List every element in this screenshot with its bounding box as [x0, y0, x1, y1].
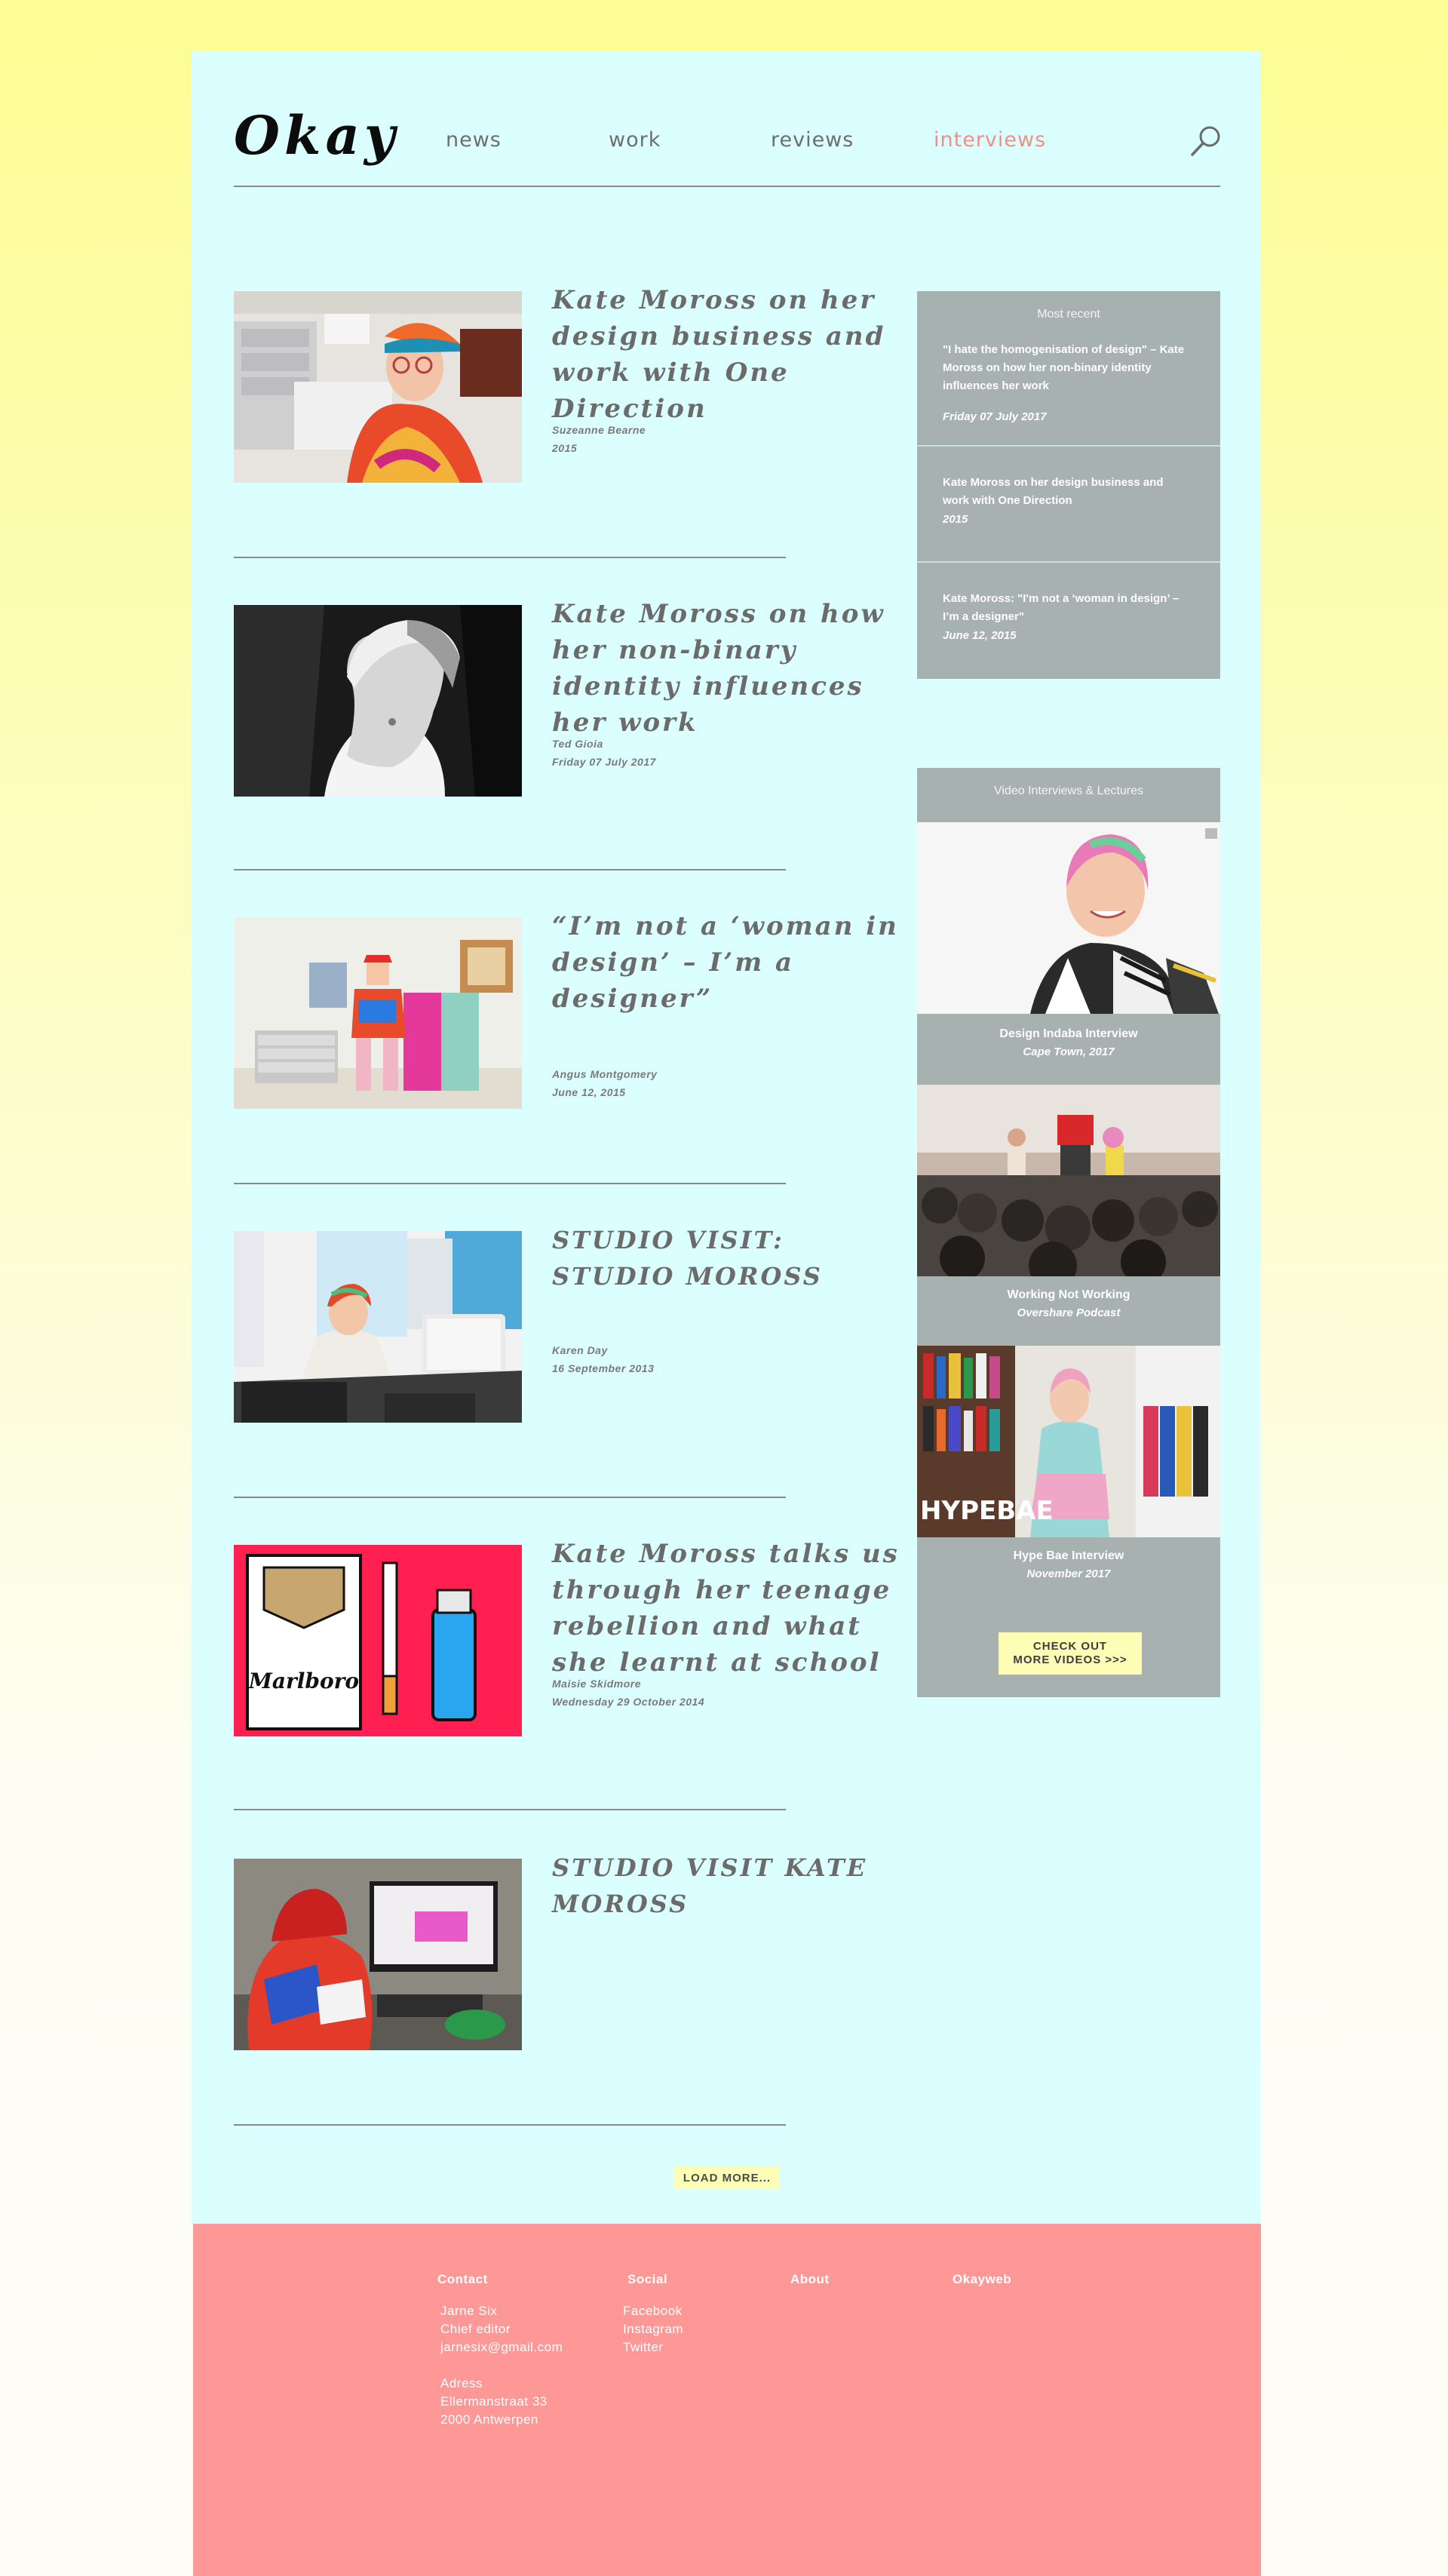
video-title[interactable]: Hype Bae Interview	[917, 1549, 1220, 1563]
article-title[interactable]: “I’m not a ‘woman in design’ – I’m a des…	[552, 908, 907, 1017]
video-thumbnail[interactable]	[917, 822, 1220, 1014]
article-title[interactable]: Kate Moross on how her non-binary identi…	[552, 596, 907, 741]
article-divider	[234, 869, 786, 870]
header-divider	[234, 186, 1220, 187]
article-author: Angus Montgomery	[552, 1068, 658, 1080]
article-divider	[234, 1497, 786, 1498]
footer-twitter-link[interactable]: Twitter	[623, 2340, 664, 2355]
most-recent-title[interactable]: "I hate the homogenisation of design" – …	[943, 341, 1192, 395]
article-thumbnail[interactable]	[234, 1231, 522, 1423]
article-divider	[234, 1809, 786, 1810]
site-footer: Contact Jarne Six Chief editor jarnesix@…	[193, 2224, 1261, 2576]
video-title[interactable]: Working Not Working	[917, 1288, 1220, 1302]
footer-contact-name: Jarne Six	[440, 2304, 498, 2318]
most-recent-date: Friday 07 July 2017	[943, 410, 1047, 423]
footer-contact-role: Chief editor	[440, 2322, 511, 2336]
nav-interviews[interactable]: interviews	[934, 128, 1046, 152]
article-thumbnail[interactable]: Marlboro	[234, 1545, 522, 1736]
article-date: Wednesday 29 October 2014	[552, 1696, 705, 1708]
marlboro-text: Marlboro	[248, 1669, 359, 1693]
footer-about-link[interactable]: About	[790, 2272, 830, 2287]
video-title[interactable]: Design Indaba Interview	[917, 1027, 1220, 1041]
video-interviews-heading: Video Interviews & Lectures	[993, 784, 1144, 797]
article-divider	[234, 2124, 786, 2126]
video-thumbnail[interactable]: HYPEBAE	[917, 1346, 1220, 1537]
most-recent-item[interactable]: Kate Moross on her design business and w…	[917, 447, 1220, 563]
footer-okayweb-link[interactable]: Okayweb	[953, 2272, 1011, 2287]
footer-contact-email[interactable]: jarnesix@gmail.com	[440, 2340, 563, 2355]
footer-social-heading: Social	[627, 2272, 668, 2286]
more-videos-button[interactable]: CHECK OUT MORE VIDEOS >>>	[999, 1632, 1142, 1675]
article-author: Ted Gioia	[552, 738, 603, 750]
article-divider	[234, 1183, 786, 1184]
cta-line-1: CHECK OUT	[1032, 1640, 1108, 1653]
article-title[interactable]: Kate Moross on her design business and w…	[552, 282, 907, 427]
article-thumbnail[interactable]	[234, 1859, 522, 2050]
most-recent-item[interactable]: Kate Moross: "I'm not a ‘woman in design…	[917, 563, 1220, 679]
search-icon[interactable]	[1189, 124, 1223, 158]
nav-news[interactable]: news	[446, 128, 502, 152]
article-author: Suzeanne Bearne	[552, 424, 646, 436]
footer-address-street: Ellermanstraat 33	[440, 2394, 548, 2409]
article-date: June 12, 2015	[552, 1086, 626, 1098]
article-author: Maisie Skidmore	[552, 1678, 641, 1690]
article-author: Karen Day	[552, 1344, 608, 1356]
video-interviews-panel: Video Interviews & Lectures Design Indab…	[917, 768, 1220, 1697]
footer-contact-heading: Contact	[437, 2272, 488, 2286]
article-title[interactable]: STUDIO VISIT KATE MOROSS	[552, 1850, 907, 1922]
article-title[interactable]: STUDIO VISIT: STUDIO MOROSS	[552, 1222, 907, 1294]
footer-address-label: Adress	[440, 2376, 483, 2390]
load-more-button[interactable]: LOAD MORE...	[674, 2166, 780, 2189]
video-subtitle: November 2017	[1026, 1567, 1111, 1580]
article-thumbnail[interactable]	[234, 291, 522, 483]
page-container: Okay news work reviews interviews Kate M…	[192, 51, 1260, 2224]
video-subtitle: Overshare Podcast	[1017, 1306, 1121, 1319]
nav-reviews[interactable]: reviews	[771, 128, 854, 152]
article-date: Friday 07 July 2017	[552, 756, 656, 768]
most-recent-item[interactable]: "I hate the homogenisation of design" – …	[917, 291, 1220, 447]
article-thumbnail[interactable]	[234, 917, 522, 1109]
most-recent-title[interactable]: Kate Moross on her design business and w…	[943, 474, 1192, 510]
article-title[interactable]: Kate Moross talks us through her teenage…	[552, 1536, 907, 1681]
article-divider	[234, 557, 786, 558]
hypebae-overlay-text: HYPEBAE	[920, 1496, 1054, 1526]
footer-facebook-link[interactable]: Facebook	[623, 2304, 683, 2319]
site-logo[interactable]: Okay	[234, 104, 400, 167]
footer-address-city: 2000 Antwerpen	[440, 2412, 538, 2427]
most-recent-panel: Most recent "I hate the homogenisation o…	[917, 291, 1220, 679]
most-recent-date: 2015	[943, 513, 968, 526]
nav-work[interactable]: work	[609, 128, 661, 152]
article-date: 2015	[552, 442, 578, 454]
most-recent-title[interactable]: Kate Moross: "I'm not a ‘woman in design…	[943, 590, 1192, 626]
footer-instagram-link[interactable]: Instagram	[623, 2322, 683, 2337]
cta-line-2: MORE VIDEOS >>>	[1013, 1653, 1127, 1666]
article-thumbnail[interactable]	[234, 605, 522, 797]
video-thumbnail[interactable]	[917, 1085, 1220, 1276]
video-subtitle: Cape Town, 2017	[1023, 1045, 1115, 1058]
most-recent-date: June 12, 2015	[943, 629, 1017, 642]
article-date: 16 September 2013	[552, 1362, 655, 1374]
